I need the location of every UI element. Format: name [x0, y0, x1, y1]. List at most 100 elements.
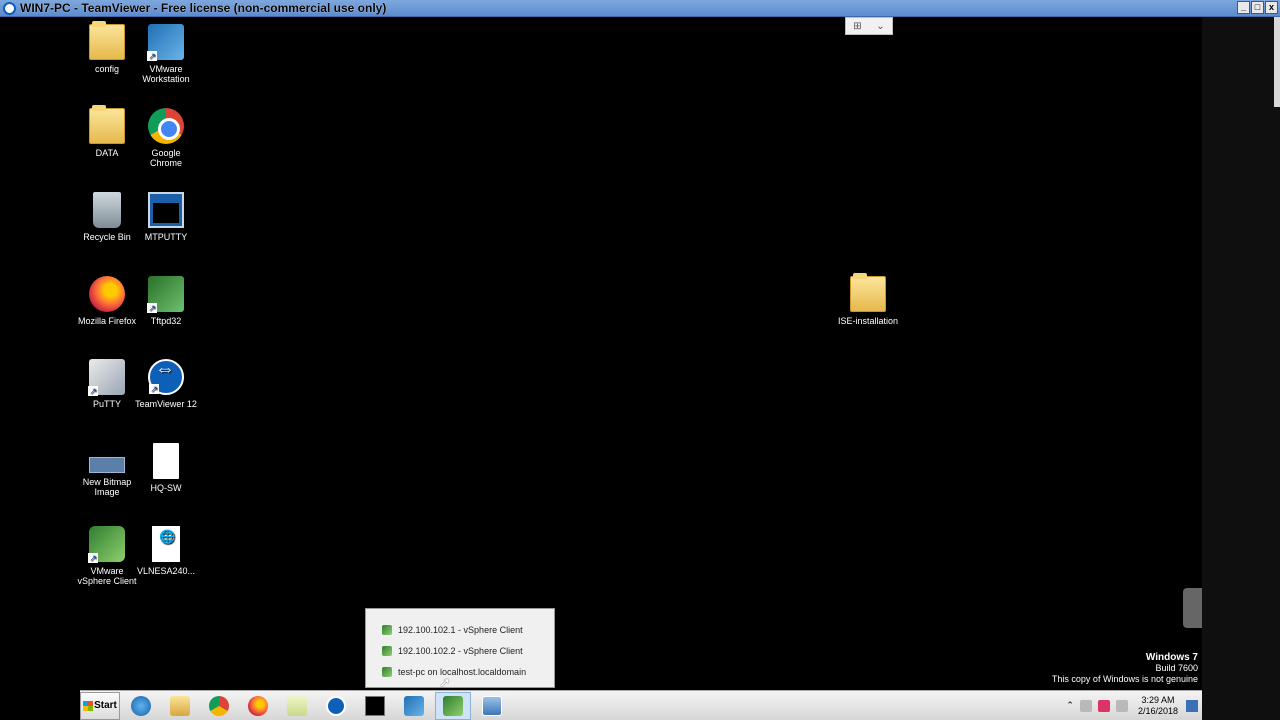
web-document-icon: [152, 526, 180, 562]
viewer-right-margin: [1202, 17, 1280, 720]
putty-icon: [88, 359, 125, 396]
taskbar-vmware-workstation[interactable]: [396, 692, 432, 720]
mtputty-icon: [148, 192, 184, 228]
command-prompt-icon: [365, 695, 385, 716]
taskbar-explorer[interactable]: [162, 692, 198, 720]
taskbar-folder[interactable]: [279, 692, 315, 720]
windows-flag-icon: [83, 700, 94, 711]
desktop-icon-vsphere-client[interactable]: VMware vSphere Client: [76, 526, 138, 586]
desktop-icon-label: MTPUTTY: [144, 232, 188, 242]
explorer-icon: [170, 695, 190, 716]
vsphere-icon: [382, 666, 392, 677]
desktop-icon-label: HQ-SW: [150, 483, 182, 493]
desktop-icon-config[interactable]: config: [76, 21, 138, 74]
jump-list-item[interactable]: 192.100.102.1 - vSphere Client: [366, 619, 554, 640]
vertical-scrollbar[interactable]: [1274, 17, 1280, 107]
taskbar-clock[interactable]: 3:29 AM 2/16/2018: [1138, 695, 1178, 717]
bitmap-icon: [89, 457, 125, 473]
taskbar-chrome[interactable]: [201, 692, 237, 720]
minimize-button[interactable]: _: [1237, 1, 1250, 14]
folder-icon: [287, 695, 307, 716]
desktop-icon-hq-sw[interactable]: HQ-SW: [135, 443, 197, 493]
desktop-icon-label: PuTTY: [92, 399, 121, 409]
desktop-icon-putty[interactable]: PuTTY: [76, 359, 138, 409]
taskbar-vsphere-client[interactable]: [435, 691, 471, 720]
network-icon[interactable]: [1097, 699, 1110, 712]
remote-desktop[interactable]: [80, 17, 1202, 720]
jump-list-item[interactable]: 192.100.102.2 - vSphere Client: [366, 640, 554, 661]
taskbar-internet-explorer[interactable]: [123, 692, 159, 720]
desktop-icon-label: ISE-installation: [837, 316, 899, 326]
clock-date: 2/16/2018: [1137, 705, 1178, 716]
desktop-icon-label: Google Chrome: [149, 148, 182, 168]
desktop-icon-vlnesa[interactable]: VLNESA240...: [135, 526, 197, 576]
chevron-down-icon: ⌄: [876, 20, 885, 32]
desktop-icon-mtputty[interactable]: MTPUTTY: [135, 192, 197, 242]
vsphere-icon: [443, 695, 463, 716]
mouse-cursor-icon: ➚: [439, 674, 451, 690]
desktop-icon-tftpd32[interactable]: Tftpd32: [135, 276, 197, 326]
jump-list-item-label: 192.100.102.2 - vSphere Client: [398, 645, 523, 656]
desktop-icon-data[interactable]: DATA: [76, 105, 138, 158]
chrome-icon: [148, 108, 184, 144]
chrome-icon: [209, 695, 229, 716]
vmware-workstation-icon: [147, 24, 184, 61]
desktop-icon-label: VLNESA240...: [136, 566, 196, 576]
maximize-button[interactable]: □: [1251, 1, 1264, 14]
close-button[interactable]: x: [1265, 1, 1278, 14]
folder-icon: [89, 21, 125, 60]
recycle-bin-icon: [93, 192, 121, 228]
taskbar-firefox[interactable]: [240, 692, 276, 720]
taskbar-command-prompt[interactable]: [357, 692, 393, 720]
desktop-icon-label: TeamViewer 12: [135, 399, 197, 409]
window-title: WIN7-PC - TeamViewer - Free license (non…: [20, 1, 387, 15]
volume-icon[interactable]: [1115, 699, 1128, 712]
viewer-left-margin: [0, 17, 80, 720]
desktop-icon-recycle-bin[interactable]: Recycle Bin: [76, 192, 138, 242]
vsphere-icon: [382, 624, 392, 635]
taskbar-teamviewer[interactable]: [318, 692, 354, 720]
desktop-icon-chrome[interactable]: Google Chrome: [135, 108, 197, 168]
teamviewer-side-tab[interactable]: [1183, 588, 1202, 628]
desktop-icon-new-bitmap[interactable]: New Bitmap Image: [76, 443, 138, 497]
jump-list-item[interactable]: test-pc on localhost.localdomain: [366, 661, 554, 682]
remote-desktop-icon: [482, 695, 502, 716]
desktop-icon-label: VMware vSphere Client: [77, 566, 137, 586]
desktop-icon-label: Recycle Bin: [83, 232, 131, 242]
desktop-icon-vmware-workstation[interactable]: VMware Workstation: [135, 24, 197, 84]
folder-icon: [89, 105, 125, 144]
desktop-icon-label: Tftpd32: [150, 316, 182, 326]
system-tray: ⌃ 3:29 AM 2/16/2018: [1066, 691, 1202, 720]
taskbar: Start ⌃ 3:29 AM 2/16/2018: [80, 690, 1202, 720]
taskbar-remote-desktop[interactable]: [474, 692, 510, 720]
desktop-icon-ise-installation[interactable]: ISE-installation: [837, 273, 899, 326]
start-button[interactable]: Start: [80, 691, 120, 720]
internet-explorer-icon: [131, 695, 151, 716]
show-desktop-button[interactable]: [1186, 699, 1198, 712]
teamviewer-title-bar[interactable]: WIN7-PC - TeamViewer - Free license (non…: [0, 0, 1280, 17]
desktop-icon-label: Mozilla Firefox: [77, 316, 136, 326]
desktop-icon-label: New Bitmap Image: [82, 477, 132, 497]
watermark-os: Windows 7: [1145, 652, 1198, 663]
teamviewer-logo-icon: [3, 1, 16, 15]
start-label: Start: [94, 700, 117, 711]
teamviewer-icon: [148, 359, 184, 395]
jump-list-item-label: test-pc on localhost.localdomain: [398, 666, 527, 677]
window-controls: _ □ x: [1237, 1, 1278, 14]
vsphere-jump-list: 192.100.102.1 - vSphere Client 192.100.1…: [365, 608, 555, 688]
vmware-workstation-icon: [404, 695, 424, 716]
desktop-icon-teamviewer[interactable]: TeamViewer 12: [135, 359, 197, 409]
desktop-icon-label: config: [94, 64, 120, 74]
watermark-build: Build 7600: [1155, 663, 1198, 673]
teamviewer-icon: [326, 695, 346, 716]
clock-time: 3:29 AM: [1141, 694, 1175, 705]
firefox-icon: [89, 276, 125, 312]
grid-icon: ⊞: [853, 20, 862, 32]
windows-genuine-watermark: Windows 7 Build 7600 This copy of Window…: [1052, 652, 1198, 685]
action-center-icon[interactable]: [1079, 699, 1092, 712]
vsphere-icon: [88, 526, 125, 563]
jump-list-item-label: 192.100.102.1 - vSphere Client: [398, 624, 523, 635]
teamviewer-toolbar-toggle[interactable]: ⊞ ⌄: [845, 17, 893, 35]
show-hidden-icons-chevron-icon[interactable]: ⌃: [1066, 700, 1074, 711]
desktop-icon-firefox[interactable]: Mozilla Firefox: [76, 276, 138, 326]
